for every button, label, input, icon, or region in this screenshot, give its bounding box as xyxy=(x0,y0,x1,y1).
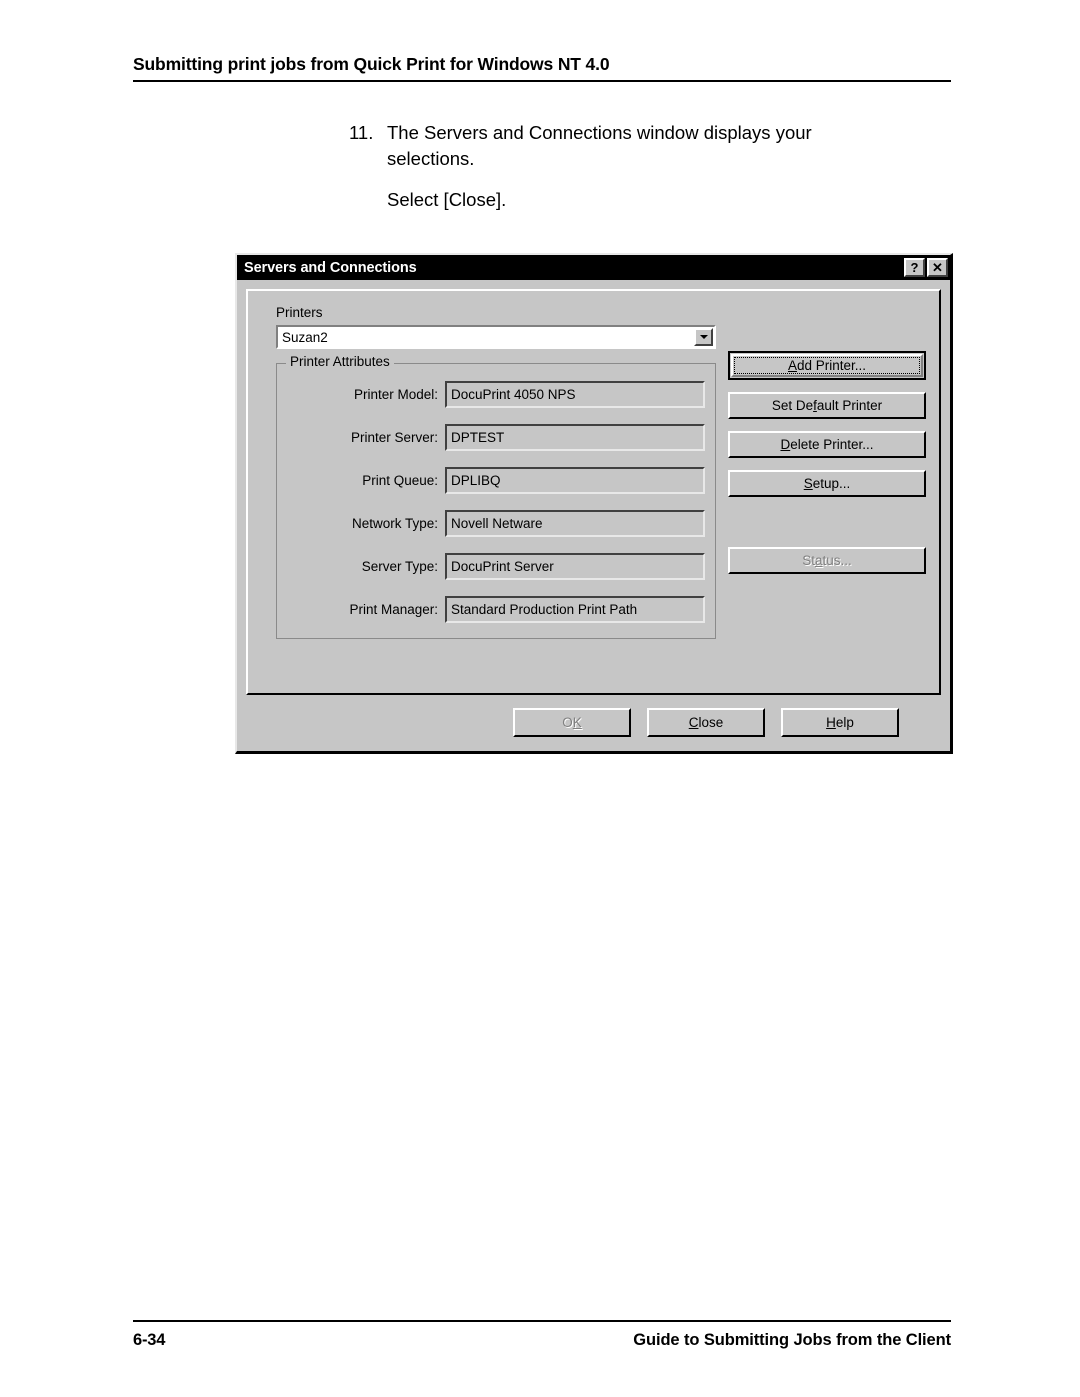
printers-combobox[interactable]: Suzan2 xyxy=(276,325,716,349)
attribute-row: Printer Server: DPTEST xyxy=(287,423,705,452)
dialog-footer-buttons: OK Close Help xyxy=(246,695,941,751)
page-number: 6-34 xyxy=(133,1331,166,1349)
footer-divider xyxy=(133,1320,951,1322)
attribute-row: Network Type: Novell Netware xyxy=(287,509,705,538)
attribute-row: Printer Model: DocuPrint 4050 NPS xyxy=(287,380,705,409)
printer-actions-column: Add Printer... Set De f ault Printer Delet… xyxy=(728,351,926,574)
status-button[interactable]: St a tus... xyxy=(728,547,926,574)
ok-button[interactable]: OK xyxy=(513,708,631,737)
dialog-body: Printers Suzan2 Printer Attributes Print… xyxy=(237,280,950,751)
setup-label-post: etup... xyxy=(812,476,851,491)
print-manager-field: Standard Production Print Path xyxy=(445,596,705,623)
help-button[interactable]: Help xyxy=(781,708,899,737)
instruction-block: 11. The Servers and Connections window d… xyxy=(349,120,889,213)
titlebar-button-group: ? ✕ xyxy=(904,258,948,277)
printer-model-field: DocuPrint 4050 NPS xyxy=(445,381,705,408)
step-followup-text: Select [Close]. xyxy=(387,188,507,210)
attribute-label: Network Type: xyxy=(351,516,438,531)
set-default-printer-label-pre: Set De xyxy=(771,398,814,413)
add-printer-accelerator: A xyxy=(787,358,797,373)
delete-printer-accelerator: D xyxy=(780,437,791,452)
attribute-row: Print Queue: DPLIBQ xyxy=(287,466,705,495)
server-type-field: DocuPrint Server xyxy=(445,553,705,580)
step-number: 11. xyxy=(349,122,374,143)
close-accelerator: C xyxy=(688,715,699,730)
attribute-label: Print Queue: xyxy=(362,473,438,488)
page-header: Submitting print jobs from Quick Print f… xyxy=(133,54,951,82)
printers-combobox-value: Suzan2 xyxy=(278,327,694,347)
numbered-step: 11. The Servers and Connections window d… xyxy=(349,120,889,173)
attribute-row: Server Type: DocuPrint Server xyxy=(287,552,705,581)
footer-guide-title: Guide to Submitting Jobs from the Client xyxy=(633,1331,951,1349)
chevron-down-glyph xyxy=(699,335,708,339)
delete-printer-button[interactable]: Delete Printer... xyxy=(728,431,926,458)
delete-printer-label-post: elete Printer... xyxy=(790,437,874,452)
header-divider xyxy=(133,80,951,82)
close-icon[interactable]: ✕ xyxy=(927,258,948,277)
page-header-title: Submitting print jobs from Quick Print f… xyxy=(133,54,610,74)
printers-label: Printers xyxy=(276,305,323,320)
setup-button[interactable]: Setup... xyxy=(728,470,926,497)
close-label-post: lose xyxy=(698,715,724,730)
attribute-label: Printer Model: xyxy=(353,387,438,402)
attribute-row: Print Manager: Standard Production Print… xyxy=(287,595,705,624)
page-footer: 6-34 Guide to Submitting Jobs from the C… xyxy=(133,1331,951,1350)
ok-accelerator: K xyxy=(572,715,582,730)
step-text: The Servers and Connections window displ… xyxy=(387,122,812,170)
printer-attributes-groupbox: Printer Attributes Printer Model: DocuPr… xyxy=(276,355,716,639)
setup-accelerator: S xyxy=(803,476,813,491)
help-label-post: elp xyxy=(835,715,854,730)
print-queue-field: DPLIBQ xyxy=(445,467,705,494)
help-accelerator: H xyxy=(826,715,836,730)
help-icon[interactable]: ? xyxy=(904,258,925,277)
attribute-label: Server Type: xyxy=(361,559,438,574)
add-printer-label-post: dd Printer... xyxy=(796,358,867,373)
attribute-label: Printer Server: xyxy=(350,430,438,445)
status-accelerator: a xyxy=(814,553,823,568)
close-button[interactable]: Close xyxy=(647,708,765,737)
ok-label-pre: O xyxy=(562,715,573,730)
network-type-field: Novell Netware xyxy=(445,510,705,537)
set-default-printer-button[interactable]: Set De f ault Printer xyxy=(728,392,926,419)
add-printer-button[interactable]: Add Printer... xyxy=(728,351,926,380)
printer-attributes-legend: Printer Attributes xyxy=(286,355,394,369)
status-label-pre: St xyxy=(802,553,815,568)
printer-server-field: DPTEST xyxy=(445,424,705,451)
dialog-titlebar[interactable]: Servers and Connections ? ✕ xyxy=(237,255,950,280)
attribute-label: Print Manager: xyxy=(349,602,438,617)
dialog-title: Servers and Connections xyxy=(244,259,417,276)
dialog-inner-panel: Printers Suzan2 Printer Attributes Print… xyxy=(246,289,941,695)
servers-and-connections-dialog: Servers and Connections ? ✕ Printers Suz… xyxy=(235,253,953,754)
chevron-down-icon[interactable] xyxy=(694,328,713,346)
status-label-post: tus... xyxy=(822,553,852,568)
printers-column: Printers Suzan2 Printer Attributes Print… xyxy=(276,305,716,639)
set-default-printer-label-post: ault Printer xyxy=(816,398,883,413)
